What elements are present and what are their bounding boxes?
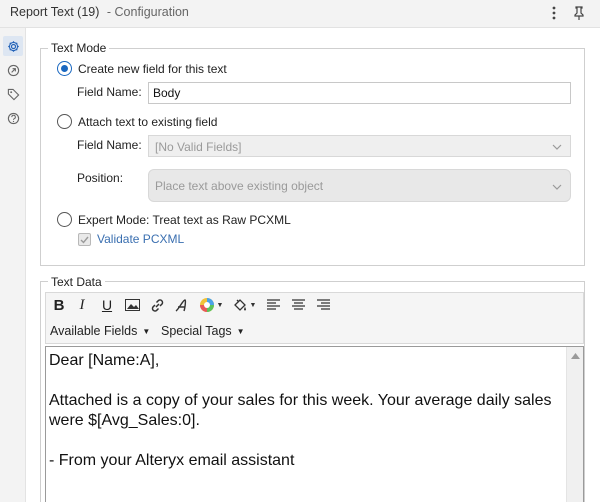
text-editor[interactable]: Dear [Name:A], Attached is a copy of you… <box>45 346 584 502</box>
align-center-icon[interactable] <box>289 295 307 315</box>
radio-expert-mode[interactable] <box>57 212 72 227</box>
caret-down-icon: ▼ <box>142 327 151 336</box>
underline-icon[interactable]: U <box>98 295 116 315</box>
text-data-legend: Text Data <box>48 275 105 289</box>
editor-content[interactable]: Dear [Name:A], Attached is a copy of you… <box>49 351 559 471</box>
editor-line-greeting: Dear [Name:A], <box>49 352 160 369</box>
position-value: Place text above existing object <box>155 179 324 193</box>
window-header: Report Text (19) - Configuration <box>0 0 600 28</box>
help-icon[interactable] <box>3 108 23 128</box>
available-fields-label: Available Fields <box>50 324 138 338</box>
special-tags-dropdown[interactable]: Special Tags ▼ <box>161 324 245 338</box>
field-name-input[interactable] <box>148 82 571 104</box>
position-select[interactable]: Place text above existing object <box>148 169 571 202</box>
font-color-icon[interactable]: ▼ <box>196 295 226 315</box>
check-icon <box>80 236 89 244</box>
section-name: - Configuration <box>106 5 189 19</box>
window-title: Report Text (19) - Configuration <box>10 5 189 19</box>
fill-color-icon[interactable]: ▼ <box>230 295 258 315</box>
expert-mode-label: Expert Mode: Treat text as Raw PCXML <box>78 213 291 227</box>
bold-icon[interactable]: B <box>50 295 68 315</box>
tool-name: Report Text (19) <box>10 5 100 19</box>
validate-pcxml-label: Validate PCXML <box>97 232 185 246</box>
validate-pcxml-checkbox[interactable] <box>78 233 91 246</box>
radio-attach-existing[interactable] <box>57 114 72 129</box>
text-mode-legend: Text Mode <box>48 41 110 55</box>
editor-scrollbar[interactable] <box>566 347 583 502</box>
image-icon[interactable] <box>123 295 141 315</box>
align-right-icon[interactable] <box>314 295 332 315</box>
create-new-field-label: Create new field for this text <box>78 62 227 76</box>
align-left-icon[interactable] <box>264 295 282 315</box>
caret-down-icon: ▼ <box>236 327 245 336</box>
attach-field-value: [No Valid Fields] <box>155 140 242 154</box>
position-label: Position: <box>77 171 124 185</box>
output-connections-icon[interactable] <box>3 60 23 80</box>
radio-create-new-field[interactable] <box>57 61 72 76</box>
field-name-label: Field Name: <box>77 85 142 99</box>
link-icon[interactable] <box>148 295 166 315</box>
tags-bar: Available Fields ▼ Special Tags ▼ <box>45 320 584 344</box>
italic-icon[interactable]: I <box>73 295 91 315</box>
editor-line-signature: - From your Alteryx email assistant <box>49 452 295 469</box>
chevron-down-icon <box>552 139 562 153</box>
tag-icon[interactable] <box>3 84 23 104</box>
attach-field-name-label: Field Name: <box>77 138 142 152</box>
editor-line-body: Attached is a copy of your sales for thi… <box>49 392 552 429</box>
formatting-toolbar: B I U ▼ ▼ <box>45 292 584 316</box>
more-vertical-icon[interactable] <box>545 3 563 23</box>
attach-field-select[interactable]: [No Valid Fields] <box>148 135 571 157</box>
scroll-up-icon[interactable] <box>571 353 580 359</box>
side-rail <box>0 28 26 502</box>
font-icon[interactable] <box>172 295 190 315</box>
chevron-down-icon <box>552 179 562 193</box>
available-fields-dropdown[interactable]: Available Fields ▼ <box>50 324 150 338</box>
attach-existing-label: Attach text to existing field <box>78 115 218 129</box>
gear-icon[interactable] <box>3 36 23 56</box>
special-tags-label: Special Tags <box>161 324 232 338</box>
pin-icon[interactable] <box>570 3 588 23</box>
